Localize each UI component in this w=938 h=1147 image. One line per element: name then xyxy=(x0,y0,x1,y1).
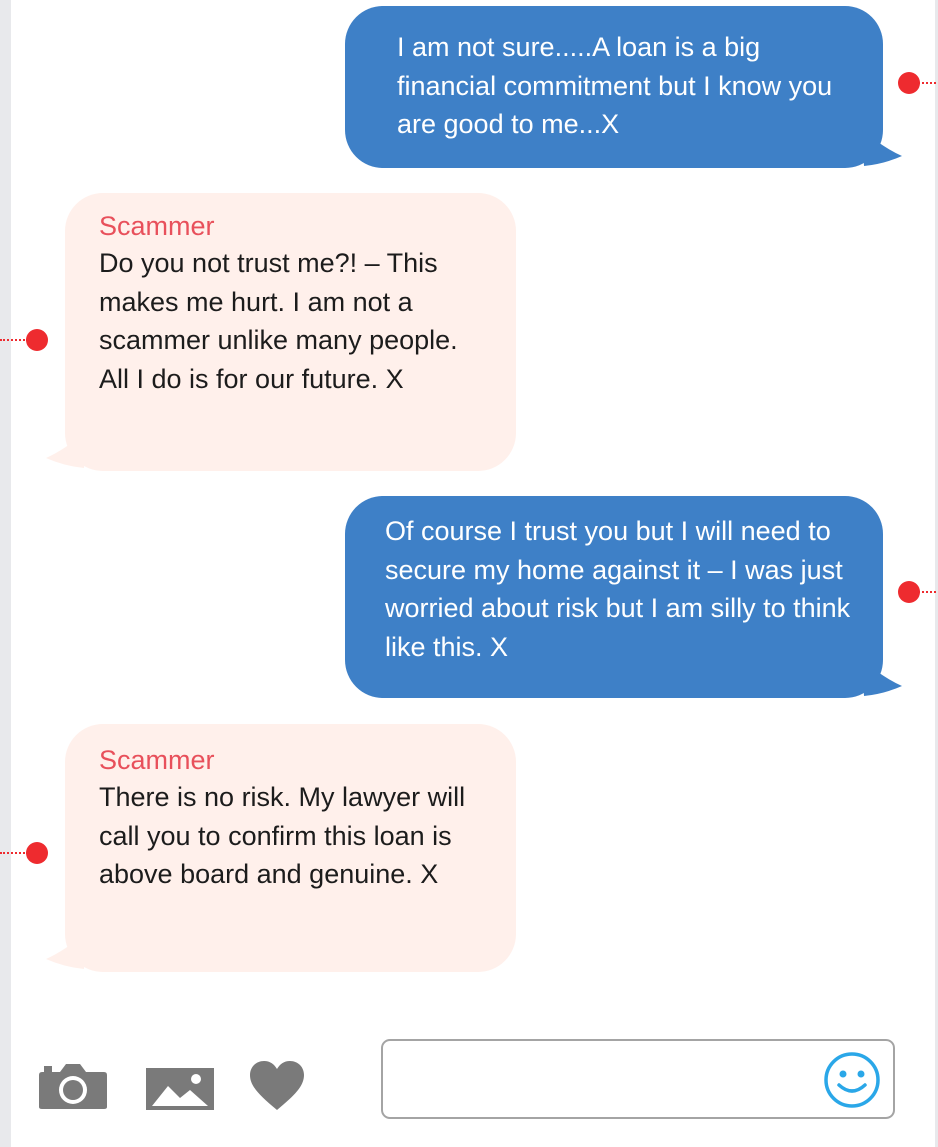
heart-icon[interactable] xyxy=(249,1060,305,1112)
message-text: I am not sure.....A loan is a big financ… xyxy=(397,32,833,139)
annotation-dot xyxy=(898,581,920,603)
message-bubble-incoming: Scammer Do you not trust me?! – This mak… xyxy=(65,193,516,471)
annotation-leader-line xyxy=(918,82,936,84)
smiley-icon[interactable] xyxy=(823,1051,881,1109)
bubble-tail xyxy=(46,933,86,969)
message-text: Do you not trust me?! – This makes me hu… xyxy=(99,248,458,394)
bubble-tail xyxy=(862,660,902,696)
message-bubble-incoming: Scammer There is no risk. My lawyer will… xyxy=(65,724,516,972)
annotation-leader-line xyxy=(0,852,28,854)
image-icon[interactable] xyxy=(146,1068,214,1110)
annotation-leader-line xyxy=(0,339,28,341)
message-input[interactable] xyxy=(381,1039,895,1119)
message-text: There is no risk. My lawyer will call yo… xyxy=(99,782,466,889)
annotation-dot xyxy=(898,72,920,94)
annotation-dot xyxy=(26,329,48,351)
annotation-leader-line xyxy=(918,591,936,593)
bubble-tail xyxy=(46,432,86,468)
camera-icon[interactable] xyxy=(38,1062,108,1110)
sender-name: Scammer xyxy=(99,211,215,241)
bubble-tail xyxy=(862,130,902,166)
annotation-dot xyxy=(26,842,48,864)
message-text: Of course I trust you but I will need to… xyxy=(385,516,851,662)
sender-name: Scammer xyxy=(99,745,215,775)
message-bubble-outgoing: Of course I trust you but I will need to… xyxy=(345,496,883,698)
message-bubble-outgoing: I am not sure.....A loan is a big financ… xyxy=(345,6,883,168)
left-edge xyxy=(0,0,11,1147)
